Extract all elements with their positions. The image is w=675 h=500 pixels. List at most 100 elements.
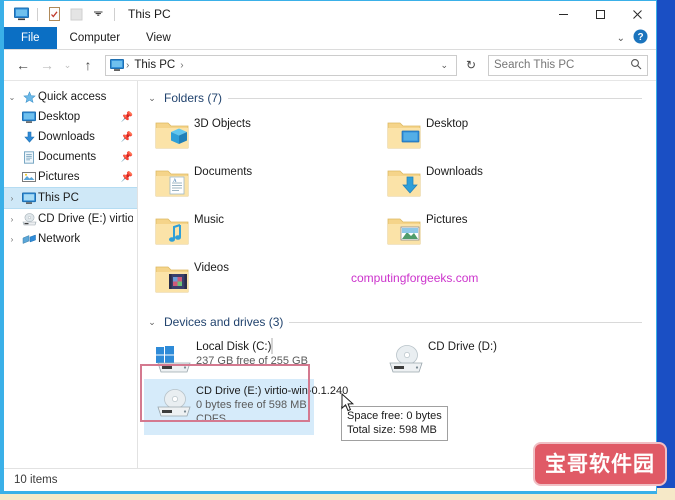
pictures-icon xyxy=(20,171,38,183)
folder-documents-icon: A xyxy=(150,167,194,199)
folder-item-pictures[interactable]: Pictures xyxy=(376,207,608,255)
recent-locations-button[interactable]: ⌄ xyxy=(60,54,75,76)
sidebar-item-label: Documents xyxy=(38,151,97,163)
sidebar-item-network[interactable]: › Network xyxy=(4,229,137,249)
cd-drive-icon xyxy=(382,339,428,375)
this-pc-icon xyxy=(20,192,38,205)
refresh-button[interactable]: ↻ xyxy=(459,55,483,76)
sidebar-item-downloads[interactable]: Downloads 📌 xyxy=(4,127,137,147)
expander-icon[interactable]: ⌄ xyxy=(4,93,20,102)
cd-drive-icon xyxy=(150,383,196,419)
drive-name: CD Drive (E:) virtio-win-0.1.240 xyxy=(196,385,349,397)
tab-computer[interactable]: Computer xyxy=(57,27,134,49)
folder-3d-objects-icon xyxy=(150,119,194,151)
sidebar-item-label: Network xyxy=(38,233,81,245)
pin-icon[interactable]: 📌 xyxy=(121,132,133,143)
properties-icon[interactable] xyxy=(45,5,63,23)
breadcrumb-dropdown-chevron-icon[interactable]: ⌄ xyxy=(440,60,452,71)
tab-file[interactable]: File xyxy=(4,27,57,49)
folder-item-label: Music xyxy=(194,214,225,226)
drive-item-cd-drive-e[interactable]: CD Drive (E:) virtio-win-0.1.240 0 bytes… xyxy=(144,379,348,435)
tooltip-total-size: Total size: 598 MB xyxy=(347,424,437,436)
folder-item-label: Downloads xyxy=(426,166,483,178)
folders-group-title: Folders (7) xyxy=(164,91,223,105)
brand-badge: 宝哥软件园 xyxy=(533,442,667,486)
svg-text:?: ? xyxy=(637,32,643,43)
expander-icon[interactable]: › xyxy=(4,215,20,224)
local-disk-icon xyxy=(150,339,196,375)
pin-icon[interactable]: 📌 xyxy=(121,112,133,123)
downloads-icon xyxy=(20,131,38,144)
folder-item-videos[interactable]: Videos xyxy=(144,255,376,303)
breadcrumb-monitor-icon xyxy=(110,58,124,72)
sidebar-item-pictures[interactable]: Pictures 📌 xyxy=(4,167,137,187)
tab-view[interactable]: View xyxy=(133,27,184,49)
window-title: This PC xyxy=(128,7,171,21)
documents-icon xyxy=(20,150,38,164)
devices-group-header[interactable]: ⌄ Devices and drives (3) xyxy=(146,313,656,331)
search-box[interactable]: Search This PC xyxy=(488,54,648,76)
back-button[interactable]: ← xyxy=(12,54,34,76)
group-divider xyxy=(228,97,642,99)
toolbar-separator-1 xyxy=(37,7,38,21)
folder-item-documents[interactable]: A Documents xyxy=(144,159,376,207)
toolbar-separator-2 xyxy=(114,7,115,21)
drive-name: Local Disk (C:) xyxy=(196,341,272,353)
breadcrumb-separator-1: › xyxy=(126,59,130,71)
quick-access-toolbar: This PC xyxy=(4,5,171,23)
item-count-label: 10 items xyxy=(14,474,58,486)
folder-item-3d-objects[interactable]: 3D Objects xyxy=(144,111,376,159)
expander-icon[interactable]: › xyxy=(4,235,20,244)
new-folder-icon[interactable] xyxy=(67,5,85,23)
chevron-down-icon[interactable] xyxy=(89,5,107,23)
drive-item-local-disk-c[interactable]: Local Disk (C:) 237 GB free of 255 GB xyxy=(144,335,376,379)
navigation-pane: ⌄ Quick access Desktop 📌 Downloads 📌 Doc… xyxy=(4,81,138,468)
breadcrumb-item-this-pc[interactable]: This PC xyxy=(134,59,175,71)
drive-name: CD Drive (D:) xyxy=(428,341,497,353)
forward-button[interactable]: → xyxy=(36,54,58,76)
sidebar-item-desktop[interactable]: Desktop 📌 xyxy=(4,107,137,127)
breadcrumb[interactable]: › This PC › ⌄ xyxy=(105,54,457,76)
title-bar: This PC xyxy=(4,1,656,27)
network-icon xyxy=(20,233,38,246)
close-button[interactable] xyxy=(619,1,656,27)
ribbon-collapse-chevron-icon[interactable]: ⌄ xyxy=(617,33,625,44)
folder-downloads-icon xyxy=(382,167,426,199)
this-pc-icon[interactable] xyxy=(12,5,30,23)
capacity-bar xyxy=(271,338,274,354)
folder-item-music[interactable]: Music xyxy=(144,207,376,255)
drive-info: CD Drive (D:) xyxy=(428,339,608,353)
cd-drive-icon xyxy=(20,212,38,226)
sidebar-item-quick-access[interactable]: ⌄ Quick access xyxy=(4,87,137,107)
sidebar-item-label: Desktop xyxy=(38,111,81,123)
drive-item-cd-drive-d[interactable]: CD Drive (D:) xyxy=(376,335,608,379)
folder-item-downloads[interactable]: Downloads xyxy=(376,159,608,207)
chevron-down-icon[interactable]: ⌄ xyxy=(146,317,158,328)
chevron-down-icon[interactable]: ⌄ xyxy=(146,93,158,104)
drive-filesystem: CDFS xyxy=(196,413,226,425)
folders-group-header[interactable]: ⌄ Folders (7) xyxy=(146,89,656,107)
pin-icon[interactable]: 📌 xyxy=(121,172,133,183)
search-input[interactable]: Search This PC xyxy=(494,59,630,71)
expander-icon[interactable]: › xyxy=(4,194,20,203)
folder-item-desktop[interactable]: Desktop xyxy=(376,111,608,159)
drive-capacity-text: 237 GB free of 255 GB xyxy=(196,355,308,367)
folder-music-icon xyxy=(150,215,194,247)
folder-videos-icon xyxy=(150,263,194,295)
maximize-button[interactable] xyxy=(582,1,619,27)
help-icon[interactable]: ? xyxy=(633,29,648,47)
tooltip-space-free: Space free: 0 bytes xyxy=(347,410,442,422)
up-button[interactable]: ↑ xyxy=(77,54,99,76)
sidebar-item-cd-drive-e[interactable]: › CD Drive (E:) virtio-w xyxy=(4,209,137,229)
minimize-button[interactable] xyxy=(545,1,582,27)
pin-icon[interactable]: 📌 xyxy=(121,152,133,163)
sidebar-item-label: Pictures xyxy=(38,171,80,183)
drive-info: CD Drive (E:) virtio-win-0.1.240 0 bytes… xyxy=(196,383,348,425)
svg-text:A: A xyxy=(173,179,177,184)
group-divider xyxy=(289,321,642,323)
sidebar-item-this-pc[interactable]: › This PC xyxy=(4,187,137,209)
ribbon-tab-bar: File Computer View ⌄ ? xyxy=(4,27,656,50)
drive-capacity-text: 0 bytes free of 598 MB xyxy=(196,399,307,411)
sidebar-item-documents[interactable]: Documents 📌 xyxy=(4,147,137,167)
devices-group-title: Devices and drives (3) xyxy=(164,315,284,329)
